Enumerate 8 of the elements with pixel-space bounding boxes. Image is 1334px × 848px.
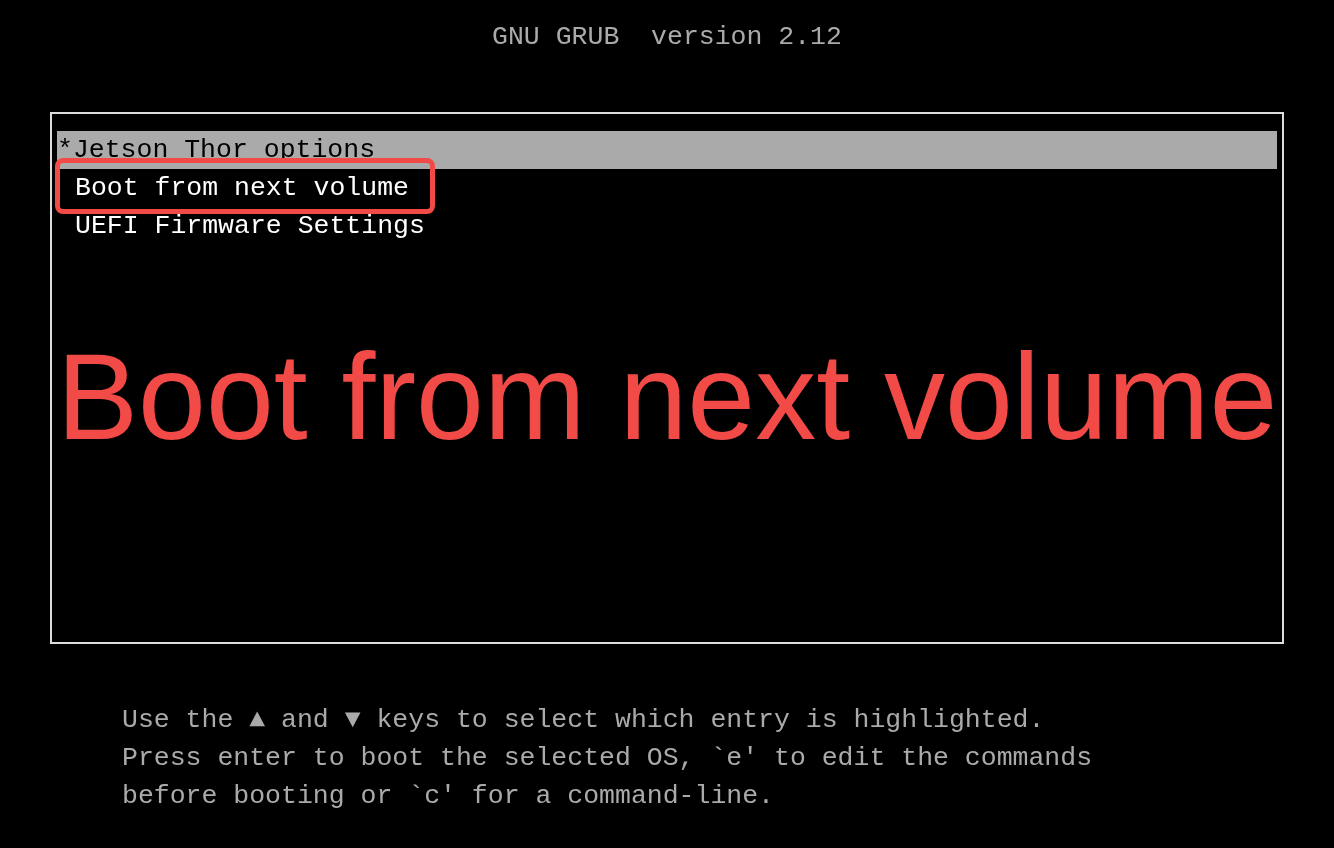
menu-entry[interactable]: UEFI Firmware Settings bbox=[57, 207, 1277, 245]
grub-header: GNU GRUB version 2.12 bbox=[492, 21, 842, 54]
help-text: before booting or `c' for a command-line. bbox=[122, 780, 775, 813]
help-text: Use the ▲ and ▼ keys to select which entry is highlighted. bbox=[122, 704, 1046, 737]
annotation-caption: Boot from next volume bbox=[56, 332, 1278, 462]
menu-entry[interactable]: Boot from next volume bbox=[57, 169, 1277, 207]
menu-entry[interactable]: *Jetson Thor options bbox=[57, 131, 1277, 169]
help-text: Press enter to boot the selected OS, `e' to edit the commands bbox=[122, 742, 1094, 775]
